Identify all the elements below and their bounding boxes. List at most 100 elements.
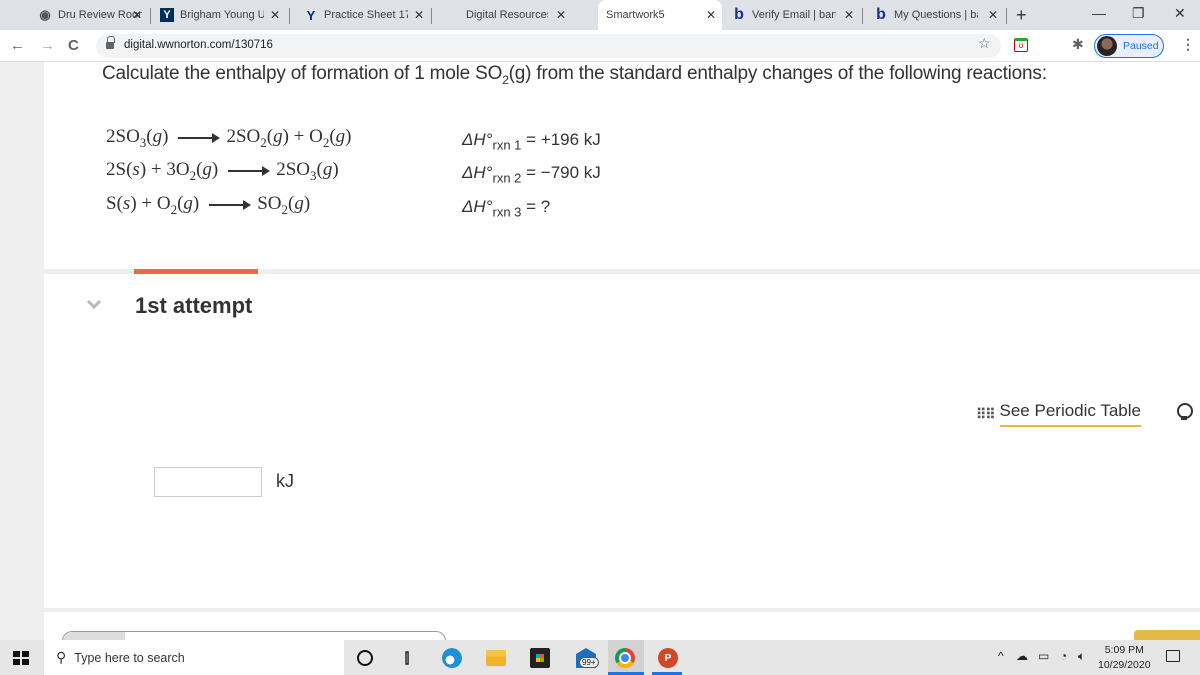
tab-my-questions[interactable]: b My Questions | bar ✕	[866, 0, 1004, 30]
extension-shield-icon[interactable]: ʊ	[1014, 38, 1028, 52]
clock-date: 10/29/2020	[1098, 659, 1151, 671]
periodic-table-icon: ⠿⠿	[976, 405, 995, 422]
new-tab-button[interactable]: +	[1016, 5, 1027, 26]
url-text[interactable]: digital.wwnorton.com/130716	[124, 39, 273, 51]
reaction-arrow	[228, 165, 271, 176]
see-periodic-table-link[interactable]: ⠿⠿ See Periodic Table	[976, 401, 1141, 427]
microsoft-store-icon[interactable]	[530, 648, 550, 668]
reactants: S(s) + O2(g)	[106, 193, 200, 217]
rxn-subscript: rxn 3	[492, 204, 522, 220]
products: 2SO2(g) + O2(g)	[226, 126, 352, 150]
byu-logo-icon: Y	[160, 8, 174, 22]
reaction-1: 2SO3(g) 2SO2(g) + O2(g)	[106, 126, 352, 151]
tab-separator	[1006, 8, 1007, 24]
delta-h-symbol: ΔH°	[462, 130, 493, 149]
extensions-puzzle-icon[interactable]: ✱	[1072, 36, 1084, 53]
notification-center-icon[interactable]	[1166, 650, 1180, 662]
reactants: 2SO3(g)	[106, 126, 169, 150]
bartleby-icon: b	[734, 6, 744, 23]
tab-separator	[431, 8, 432, 24]
enthalpy-value: = ?	[526, 197, 551, 216]
question-prompt: Calculate the enthalpy of formation of 1…	[102, 63, 1047, 87]
back-arrow-icon[interactable]: ←	[10, 37, 25, 54]
close-tab-icon[interactable]: ✕	[706, 8, 716, 22]
browser-menu-icon[interactable]: ⋮	[1181, 36, 1195, 53]
reaction-arrow	[209, 199, 252, 210]
file-explorer-icon[interactable]	[486, 650, 506, 666]
chevron-down-icon[interactable]	[88, 297, 100, 309]
task-view-icon[interactable]: ⫿	[397, 648, 417, 668]
attempt-indicator	[134, 269, 258, 274]
minimize-button[interactable]: —	[1092, 5, 1106, 21]
reaction-arrow	[178, 132, 221, 143]
profile-button[interactable]: Paused	[1094, 34, 1164, 58]
chrome-icon[interactable]	[615, 648, 635, 668]
left-gutter	[0, 62, 44, 640]
forward-arrow-icon[interactable]: →	[40, 37, 55, 54]
enthalpy-value: = +196 kJ	[526, 130, 601, 149]
tab-brigham-young[interactable]: Y Brigham Young Un ✕	[152, 0, 286, 30]
volume-icon[interactable]: 🔈︎	[1078, 649, 1085, 664]
profile-status: Paused	[1123, 40, 1159, 52]
rxn-subscript: rxn 2	[492, 170, 522, 186]
cortana-icon[interactable]	[357, 650, 373, 666]
address-bar-row: ← → C digital.wwnorton.com/130716 ☆ ʊ ✱ …	[0, 30, 1200, 62]
enthalpy-rxn-3: ΔH°rxn 3 = ?	[462, 197, 550, 219]
tab-label: Verify Email | bartle	[752, 9, 836, 21]
system-clock[interactable]: 5:09 PM 10/29/2020	[1098, 643, 1151, 673]
reload-icon[interactable]: C	[68, 37, 79, 54]
tab-verify-email[interactable]: b Verify Email | bartle ✕	[724, 0, 860, 30]
globe-icon: ◉	[39, 7, 51, 22]
tab-separator	[150, 8, 151, 24]
attempt-title[interactable]: 1st attempt	[135, 293, 252, 319]
reaction-3: S(s) + O2(g) SO2(g)	[106, 193, 310, 218]
answer-input[interactable]	[154, 467, 262, 497]
taskbar-search[interactable]: ⚲ Type here to search	[44, 640, 344, 675]
powerpoint-icon[interactable]: P	[658, 648, 678, 668]
close-tab-icon[interactable]: ✕	[988, 8, 998, 22]
mail-badge: 99+	[579, 657, 599, 668]
clock-time: 5:09 PM	[1104, 644, 1144, 656]
answer-unit: kJ	[276, 471, 294, 491]
rxn-subscript: rxn 1	[492, 137, 522, 153]
lock-icon	[106, 36, 115, 50]
delta-h-symbol: ΔH°	[462, 197, 493, 216]
tab-label: Smartwork5	[606, 9, 665, 21]
close-tab-icon[interactable]: ✕	[132, 8, 142, 22]
bookmark-star-icon[interactable]: ☆	[978, 35, 991, 52]
edge-browser-icon[interactable]	[442, 648, 462, 668]
lightbulb-hint-icon[interactable]	[1177, 403, 1193, 421]
products: 2SO3(g)	[276, 159, 339, 183]
close-tab-icon[interactable]: ✕	[556, 8, 566, 22]
url-bar[interactable]: digital.wwnorton.com/130716	[96, 34, 1001, 58]
bartleby-icon: b	[876, 6, 886, 23]
tab-practice-sheet[interactable]: Y Practice Sheet 17 ✕	[296, 0, 430, 30]
tab-label: Dru Review Room	[58, 9, 142, 21]
page-content: Calculate the enthalpy of formation of 1…	[0, 62, 1200, 645]
byu-logo-icon: Y	[306, 7, 316, 23]
delta-h-symbol: ΔH°	[462, 163, 493, 182]
tab-smartwork5[interactable]: Smartwork5 ✕	[598, 0, 722, 30]
battery-icon[interactable]: ▭	[1038, 649, 1049, 663]
close-tab-icon[interactable]: ✕	[270, 8, 280, 22]
wifi-icon[interactable]: ◔	[1060, 649, 1067, 663]
tab-digital-resources[interactable]: Digital Resources f ✕	[458, 0, 572, 30]
close-window-button[interactable]: ✕	[1174, 5, 1186, 22]
tab-label: My Questions | bar	[894, 9, 978, 21]
show-hidden-icons-chevron-icon[interactable]: ^	[998, 649, 1004, 663]
prompt-text: Calculate the enthalpy of formation of 1…	[102, 63, 503, 84]
avatar	[1097, 36, 1117, 56]
close-tab-icon[interactable]: ✕	[844, 8, 854, 22]
bottom-divider	[44, 608, 1200, 612]
reactants: 2S(s) + 3O2(g)	[106, 159, 219, 183]
search-icon: ⚲	[56, 649, 67, 665]
restore-button[interactable]: ❐	[1132, 5, 1145, 22]
onedrive-cloud-icon[interactable]: ☁	[1016, 649, 1028, 663]
tab-label: Practice Sheet 17	[324, 9, 408, 21]
tab-dru-review-room[interactable]: ◉ Dru Review Room ✕	[30, 0, 148, 30]
browser-tab-bar: ◉ Dru Review Room ✕ Y Brigham Young Un ✕…	[0, 0, 1200, 30]
close-tab-icon[interactable]: ✕	[414, 8, 424, 22]
windows-start-icon[interactable]	[13, 651, 29, 665]
search-placeholder: Type here to search	[74, 650, 185, 665]
periodic-table-label: See Periodic Table	[999, 401, 1141, 427]
